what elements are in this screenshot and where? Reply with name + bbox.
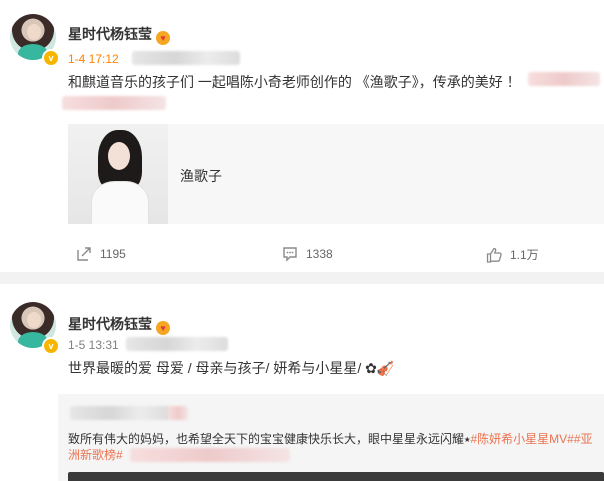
blurred-source	[126, 337, 228, 351]
username[interactable]: 星时代杨钰莹 ♥	[68, 24, 170, 45]
video-player[interactable]	[68, 472, 604, 481]
blurred-link	[528, 72, 600, 86]
blurred-link	[62, 96, 166, 110]
repost-box: 致所有伟大的妈妈，也希望全天下的宝宝健康快乐长大，眼中星星永远闪耀⭑#陈妍希小星…	[58, 394, 604, 481]
action-bar: 1195 1338 1.1万	[0, 238, 604, 268]
weibo-post-2: v 星时代杨钰莹 ♥ 1-5 13:31 世界最暖的爱 母爱 / 母亲与孩子/ 妍…	[0, 284, 604, 481]
post-meta: 1-5 13:31	[68, 338, 119, 352]
hashtag-link[interactable]: 洲新歌榜#	[68, 446, 123, 463]
post-time[interactable]: 1-5 13:31	[68, 338, 119, 352]
like-button[interactable]: 1.1万	[486, 246, 539, 263]
comment-icon	[283, 247, 297, 262]
blurred-badge	[168, 406, 188, 420]
blurred-source	[132, 51, 240, 65]
post-content: 世界最暖的爱 母爱 / 母亲与孩子/ 妍希与小星星/ ✿🎻	[68, 360, 395, 376]
repost-button[interactable]: 1195	[76, 246, 126, 262]
hashtag-link[interactable]: #陈妍希小星星MV##亚	[470, 432, 592, 446]
verified-icon: v	[42, 337, 60, 355]
post-time[interactable]: 1-4 17:12	[68, 52, 119, 66]
like-count: 1.1万	[510, 248, 539, 262]
username[interactable]: 星时代杨钰莹 ♥	[68, 314, 170, 335]
blurred-username	[70, 406, 170, 420]
repost-icon	[77, 247, 91, 261]
comment-button[interactable]: 1338	[282, 246, 333, 262]
post-divider	[0, 272, 604, 284]
crown-icon: ♥	[156, 31, 170, 45]
post-meta: 1-4 17:12	[68, 52, 119, 66]
crown-icon: ♥	[156, 321, 170, 335]
username-text[interactable]: 星时代杨钰莹	[68, 316, 152, 332]
post-content: 和麒道音乐的孩子们 一起唱陈小奇老师创作的 《渔歌子》，传承的美好 ！	[68, 74, 521, 90]
repost-text: 致所有伟大的妈妈，也希望全天下的宝宝健康快乐长大，眼中星星永远闪耀⭑#陈妍希小星…	[68, 432, 593, 446]
repost-count: 1195	[100, 247, 126, 261]
username-text[interactable]: 星时代杨钰莹	[68, 26, 152, 42]
comment-count: 1338	[306, 247, 333, 261]
card-title[interactable]: 渔歌子	[180, 166, 222, 186]
music-card[interactable]: 渔歌子	[68, 124, 604, 224]
weibo-post-1: v 星时代杨钰莹 ♥ 1-4 17:12 和麒道音乐的孩子们 一起唱陈小奇老师创作…	[0, 0, 604, 270]
verified-icon: v	[42, 49, 60, 67]
card-thumbnail[interactable]	[68, 124, 168, 224]
blurred-link	[130, 448, 290, 462]
like-icon	[486, 247, 502, 263]
